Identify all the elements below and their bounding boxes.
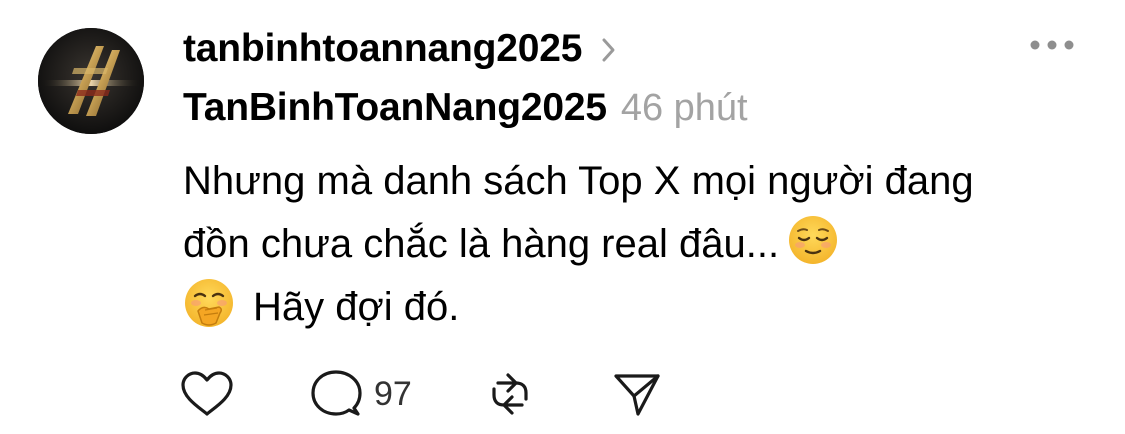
repost-button[interactable] <box>486 369 534 419</box>
avatar[interactable] <box>38 28 144 134</box>
reply-button[interactable]: 97 <box>310 369 412 419</box>
share-icon <box>614 374 660 416</box>
relieved-face-emoji <box>787 214 839 266</box>
heart-icon <box>181 371 233 416</box>
reply-count: 97 <box>374 374 412 413</box>
like-button[interactable] <box>180 370 234 418</box>
post-header: tanbinhtoannang2025 TanBinhToanNang2025 … <box>183 26 1125 132</box>
repost-icon <box>492 373 528 415</box>
post-text: Hãy đợi đó. <box>253 285 460 329</box>
post-text-line-3: Hãy đợi đó. <box>183 276 1103 339</box>
post-timestamp: 46 phút <box>620 87 748 129</box>
post-text-line-1: Nhưng mà danh sách Top X mọi người đang <box>183 150 1103 213</box>
post-text-line-2: đồn chưa chắc là hàng real đâu... <box>183 213 1103 276</box>
avatar-logo-image <box>38 28 144 134</box>
chevron-right-icon[interactable] <box>600 37 618 63</box>
username-row: tanbinhtoannang2025 <box>183 26 1125 72</box>
share-button[interactable] <box>612 370 662 418</box>
display-name[interactable]: TanBinhToanNang2025 <box>183 86 607 130</box>
face-with-hand-over-mouth-emoji <box>183 277 235 329</box>
post-body: Nhưng mà danh sách Top X mọi người đang … <box>183 150 1103 339</box>
action-bar: 97 <box>180 368 662 420</box>
comment-icon <box>311 370 362 416</box>
post-text: đồn chưa chắc là hàng real đâu... <box>183 222 780 266</box>
more-options-icon[interactable] <box>1029 38 1075 52</box>
handle-row: TanBinhToanNang2025 46 phút <box>183 86 1125 132</box>
post-text: Nhưng mà danh sách Top X mọi người đang <box>183 159 974 203</box>
username[interactable]: tanbinhtoannang2025 <box>183 27 582 71</box>
